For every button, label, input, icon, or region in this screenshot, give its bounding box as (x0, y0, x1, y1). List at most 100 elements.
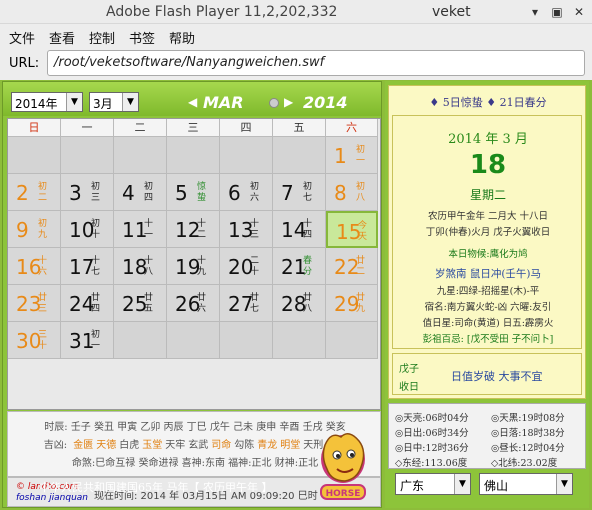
lunar-day: 初一 (356, 145, 366, 166)
month-select-value: 3月 (93, 97, 113, 111)
title-bar: Adobe Flash Player 11,2,202,332 veket ▾ … (0, 0, 592, 24)
year-select[interactable]: 2014年 ▼ (11, 92, 83, 112)
day-cell[interactable]: 28 廿八 (273, 285, 326, 322)
menu-bar: 文件 查看 控制 书签 帮助 (0, 25, 592, 47)
day-cell[interactable]: 26 廿六 (167, 285, 220, 322)
day-cell[interactable]: 31 初一 (61, 322, 114, 359)
detail-year-month: 2014 年 3 月 (448, 132, 528, 147)
day-cell[interactable]: 6 初六 (220, 174, 273, 211)
star-line-3: 值日星:司命(黄道) 日五:霹雳火 (422, 318, 554, 329)
day-cell[interactable]: 9 初九 (8, 211, 61, 248)
month-select[interactable]: 3月 ▼ (89, 92, 139, 112)
menu-view[interactable]: 查看 (49, 28, 75, 47)
direction-line: 岁煞南 鼠日冲(壬午)马 (434, 268, 542, 280)
lunar-day: 初九 (38, 219, 48, 240)
empty-cell (61, 137, 114, 174)
calendar-app: 2014年 ▼ 3月 ▼ ◀ MAR ▶ 2014 日一二三四五六 1 初一 2 初二 3… (0, 80, 592, 510)
sun-dusk: ◎天黑:19时08分 (491, 413, 565, 424)
weekday-header: 五 (273, 119, 326, 137)
minimize-icon[interactable]: ▾ (528, 5, 542, 19)
day-cell[interactable]: 7 初七 (273, 174, 326, 211)
ji-label: 吉凶: (43, 440, 68, 451)
weekday-header: 日 (8, 119, 61, 137)
empty-cell (114, 322, 167, 359)
weekday-header: 四 (220, 119, 273, 137)
day-cell[interactable]: 3 初三 (61, 174, 114, 211)
day-cell[interactable]: 4 初四 (114, 174, 167, 211)
yi-ji-box: 戊子 收日 日值岁破 大事不宜 (392, 353, 582, 395)
day-number: 7 (281, 181, 294, 205)
day-length: ◎昼长:12时04分 (491, 443, 565, 454)
chevron-down-icon: ▼ (122, 93, 138, 111)
day-cell[interactable]: 5 惊蛰 (167, 174, 220, 211)
ji-item: 天德 (96, 440, 117, 451)
day-cell[interactable]: 2 初二 (8, 174, 61, 211)
url-input[interactable]: /root/veketsoftware/Nanyangweichen.swf (47, 50, 585, 76)
menu-control[interactable]: 控制 (89, 28, 115, 47)
weekday-header: 一 (61, 119, 114, 137)
yi-text: 日值岁破 大事不宜 (451, 370, 543, 383)
day-cell[interactable]: 13 十三 (220, 211, 273, 248)
star-line-2: 宿名:南方翼火蛇-凶 六曜:友引 (424, 302, 552, 313)
day-cell[interactable]: 10 初十 (61, 211, 114, 248)
sun-dawn: ◎天亮:06时04分 (395, 413, 469, 424)
lunar-day: 十八 (144, 256, 154, 277)
day-cell[interactable]: 23 廿三 (8, 285, 61, 322)
url-bar: URL: /root/veketsoftware/Nanyangweichen.… (0, 48, 592, 78)
day-cell[interactable]: 30 三十 (8, 322, 61, 359)
menu-help[interactable]: 帮助 (169, 28, 195, 47)
prev-month-icon[interactable]: ◀ (188, 95, 197, 109)
day-cell[interactable]: 24 廿四 (61, 285, 114, 322)
province-select[interactable]: 广东 ▼ (395, 473, 471, 495)
horse-label: HORSE (326, 489, 361, 499)
day-number: 6 (228, 181, 241, 205)
pengzu-line: 彭祖百忌: [戊不受田 子不问卜] (422, 334, 554, 345)
next-month-icon[interactable]: ▶ (284, 95, 293, 109)
ji-item: 金匮 (73, 440, 94, 451)
ji-item: 玄武 (188, 440, 209, 451)
weekday-header: 六 (326, 119, 378, 137)
longitude: ◇东经:113.06度 (395, 458, 468, 469)
day-cell[interactable]: 21 春分 (273, 248, 326, 285)
detail-weekday: 星期二 (469, 188, 506, 202)
today-dot-button[interactable] (269, 98, 279, 108)
close-icon[interactable]: ✕ (572, 5, 586, 19)
lunar-day: 十九 (197, 256, 207, 277)
day-cell[interactable]: 20 二十 (220, 248, 273, 285)
lunar-day: 三十 (38, 330, 48, 351)
day-cell[interactable]: 1 初一 (326, 137, 378, 174)
year-title: 2014 (303, 93, 348, 112)
lunar-day: 廿七 (250, 293, 260, 314)
lunar-day: 廿二 (356, 256, 366, 277)
day-cell[interactable]: 16 十六 (8, 248, 61, 285)
lunar-line-2: 丁卯(仲春)火月 戊子火翼收日 (425, 227, 551, 238)
city-select[interactable]: 佛山 ▼ (479, 473, 573, 495)
day-cell[interactable]: 12 十二 (167, 211, 220, 248)
day-cell[interactable]: 11 十一 (114, 211, 167, 248)
ji-item: 天牢 (165, 440, 186, 451)
detail-day: 18 (469, 150, 507, 180)
day-cell[interactable]: 17 十七 (61, 248, 114, 285)
day-cell[interactable]: 14 十四 (273, 211, 326, 248)
day-cell[interactable]: 29 廿九 (326, 285, 378, 322)
year-select-value: 2014年 (15, 97, 58, 111)
empty-cell (220, 137, 273, 174)
day-cell[interactable]: 25 廿五 (114, 285, 167, 322)
maximize-icon[interactable]: ▣ (550, 5, 564, 19)
menu-bookmarks[interactable]: 书签 (129, 28, 155, 47)
day-cell[interactable]: 15 今天 (326, 211, 378, 248)
day-cell[interactable]: 19 十九 (167, 248, 220, 285)
day-cell[interactable]: 8 初八 (326, 174, 378, 211)
day-number: 9 (16, 218, 29, 242)
ji-item: 白虎 (119, 440, 140, 451)
day-cell[interactable]: 27 廿七 (220, 285, 273, 322)
ji-item: 司命 (211, 440, 232, 451)
latitude: ◇北纬:23.02度 (491, 458, 558, 469)
day-cell[interactable]: 22 廿二 (326, 248, 378, 285)
lunar-day: 廿九 (356, 293, 366, 314)
day-cell[interactable]: 18 十八 (114, 248, 167, 285)
ji-item: 勾陈 (234, 440, 255, 451)
chevron-down-icon: ▼ (66, 93, 82, 111)
calendar-header: 2014年 ▼ 3月 ▼ ◀ MAR ▶ 2014 (3, 82, 381, 116)
menu-file[interactable]: 文件 (9, 28, 35, 47)
